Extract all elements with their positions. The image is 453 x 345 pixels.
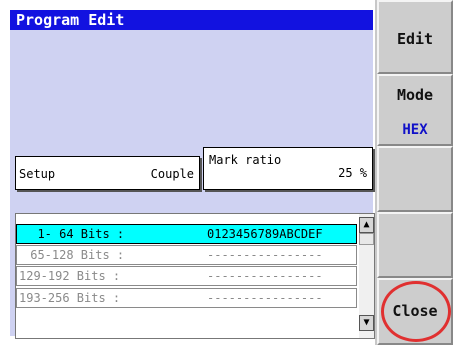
mode-label: Mode — [396, 86, 434, 104]
close-button[interactable]: Close — [377, 278, 453, 345]
scroll-down-button[interactable]: ▼ — [359, 315, 374, 331]
row-label: 65-128 Bits : — [23, 248, 125, 262]
list-scrollbar[interactable]: ▲ ▼ — [359, 214, 374, 338]
bits-row-65-128[interactable]: 65-128 Bits : ---------------- — [16, 245, 357, 265]
row-label: 129-192 Bits : — [19, 269, 121, 283]
main-panel: Program Edit Setup Couple Mark ratio 25 … — [10, 10, 375, 339]
row-value: 0123456789ABCDEF — [207, 227, 323, 241]
setup-label: Setup — [19, 167, 56, 181]
mark-ratio-field[interactable]: Mark ratio 25 % — [203, 147, 373, 190]
bits-list: 1- 64 Bits : 0123456789ABCDEF 65-128 Bit… — [15, 213, 375, 339]
edit-button[interactable]: Edit — [377, 0, 453, 74]
row-value: ---------------- — [207, 248, 323, 262]
row-label: 193-256 Bits : — [19, 291, 121, 305]
setup-value: Couple — [150, 167, 194, 181]
mark-ratio-value: 25 % — [338, 166, 367, 180]
scroll-thumb[interactable] — [359, 233, 374, 245]
scroll-up-button[interactable]: ▲ — [359, 217, 374, 233]
row-value: ---------------- — [207, 269, 323, 283]
bits-row-193-256[interactable]: 193-256 Bits : ---------------- — [16, 288, 357, 308]
triangle-down-icon: ▼ — [363, 317, 370, 328]
window-title: Program Edit — [10, 10, 373, 30]
triangle-up-icon: ▲ — [363, 219, 370, 230]
program-edit-screen: Program Edit Setup Couple Mark ratio 25 … — [0, 0, 453, 345]
blank-softkey-2[interactable] — [377, 212, 453, 278]
softkey-panel: Edit Mode HEX Close — [375, 0, 453, 345]
mark-ratio-label: Mark ratio — [209, 153, 282, 167]
mode-button[interactable]: Mode HEX — [377, 74, 453, 146]
bits-row-1-64[interactable]: 1- 64 Bits : 0123456789ABCDEF — [16, 224, 357, 244]
blank-softkey-1[interactable] — [377, 146, 453, 212]
row-label: 1- 64 Bits : — [23, 227, 125, 241]
row-value: ---------------- — [207, 291, 323, 305]
mode-value: HEX — [402, 122, 428, 138]
setup-field[interactable]: Setup Couple — [15, 156, 200, 190]
bits-row-129-192[interactable]: 129-192 Bits : ---------------- — [16, 266, 357, 286]
